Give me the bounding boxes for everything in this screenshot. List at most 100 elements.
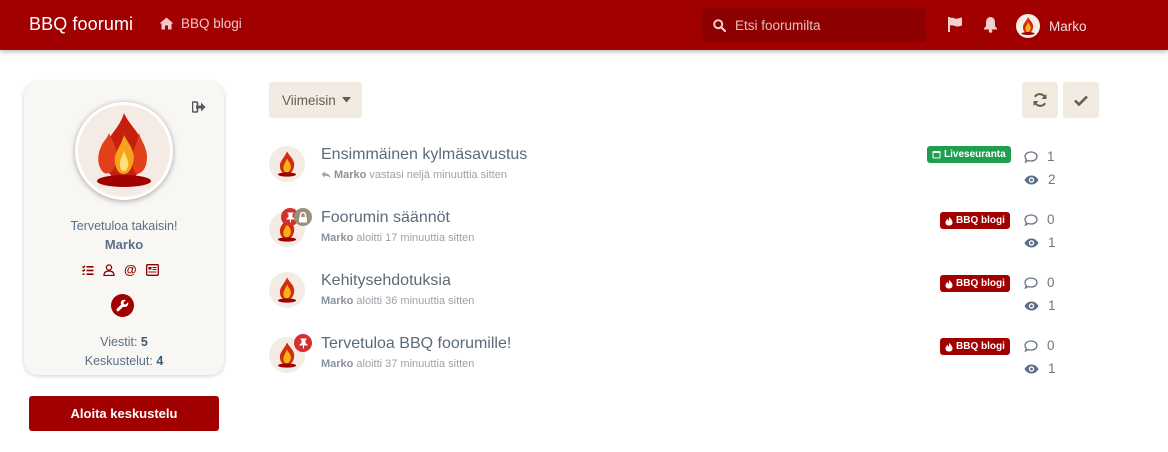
comment-icon xyxy=(1024,150,1038,163)
topic-meta: Marko vastasi neljä minuuttia sitten xyxy=(321,169,507,181)
topic-row[interactable]: Ensimmäinen kylmäsavustus Marko vastasi … xyxy=(269,146,1099,196)
tag-badge[interactable]: BBQ blogi xyxy=(940,212,1010,229)
pinned-badge xyxy=(294,334,312,352)
flame-logo-icon xyxy=(1021,17,1035,35)
eye-icon xyxy=(1024,301,1039,310)
comment-icon xyxy=(1024,339,1038,352)
topics-stat: Keskustelut: 4 xyxy=(84,354,164,368)
profile-quick-links: @ xyxy=(82,263,159,276)
avatar xyxy=(1016,14,1040,38)
top-navbar: BBQ foorumi BBQ blogi Marko xyxy=(0,0,1168,50)
view-count: 1 xyxy=(1024,235,1056,250)
reply-count-value: 0 xyxy=(1047,275,1055,290)
tag-badge[interactable]: BBQ blogi xyxy=(940,275,1010,292)
eye-icon xyxy=(1024,238,1039,247)
sort-dropdown[interactable]: Viimeisin xyxy=(269,82,362,118)
nav-link-blog[interactable]: BBQ blogi xyxy=(159,16,242,31)
locked-badge xyxy=(294,208,312,226)
view-count: 1 xyxy=(1024,298,1056,313)
view-count-value: 2 xyxy=(1048,172,1056,187)
sort-dropdown-label: Viimeisin xyxy=(282,92,336,108)
at-mentions-icon[interactable]: @ xyxy=(124,263,137,276)
topic-action: vastasi neljä minuuttia sitten xyxy=(369,169,507,181)
mark-all-read-button[interactable] xyxy=(1063,82,1099,118)
refresh-icon xyxy=(1033,93,1047,107)
view-count: 2 xyxy=(1024,172,1056,187)
newspaper-icon[interactable] xyxy=(145,264,159,276)
profile-avatar[interactable] xyxy=(75,102,173,200)
topic-title[interactable]: Foorumin säännöt xyxy=(321,209,450,227)
caret-down-icon xyxy=(341,97,351,103)
new-topic-button[interactable]: Aloita keskustelu xyxy=(29,396,219,431)
fire-icon xyxy=(945,279,953,288)
welcome-text: Tervetuloa takaisin! xyxy=(70,219,178,233)
fire-icon xyxy=(945,216,953,225)
home-icon xyxy=(159,17,174,30)
reply-count: 0 xyxy=(1024,212,1055,227)
topic-meta: Marko aloitti 17 minuuttia sitten xyxy=(321,232,474,244)
user-icon[interactable] xyxy=(103,264,115,276)
comment-icon xyxy=(1024,213,1038,226)
user-profile-card: Tervetuloa takaisin! Marko @ Viestit: 5 … xyxy=(24,82,224,375)
avatar[interactable] xyxy=(269,146,305,182)
reply-icon xyxy=(321,171,331,179)
avatar[interactable] xyxy=(269,272,305,308)
comment-icon xyxy=(1024,276,1038,289)
topic-title[interactable]: Tervetuloa BBQ foorumille! xyxy=(321,335,511,353)
logout-icon[interactable] xyxy=(192,101,206,113)
tag-badge-label: BBQ blogi xyxy=(956,278,1005,289)
topic-meta: Marko aloitti 37 minuuttia sitten xyxy=(321,358,474,370)
reply-count-value: 0 xyxy=(1047,338,1055,353)
search-input[interactable] xyxy=(735,17,915,33)
brand-link[interactable]: BBQ foorumi xyxy=(29,14,133,35)
admin-settings-button[interactable] xyxy=(111,294,134,317)
topic-meta: Marko aloitti 36 minuuttia sitten xyxy=(321,295,474,307)
topic-title[interactable]: Kehitysehdotuksia xyxy=(321,272,451,290)
tag-badge-label: BBQ blogi xyxy=(956,215,1005,226)
flame-logo-icon xyxy=(277,151,297,177)
user-menu-name: Marko xyxy=(1049,18,1087,34)
reply-count: 0 xyxy=(1024,275,1055,290)
list-check-icon[interactable] xyxy=(82,264,94,276)
tag-badge-label: BBQ blogi xyxy=(956,341,1005,352)
bell-icon[interactable] xyxy=(983,16,998,33)
view-count-value: 1 xyxy=(1048,235,1056,250)
check-icon xyxy=(1074,95,1088,106)
fire-icon xyxy=(945,342,953,351)
view-count-value: 1 xyxy=(1048,361,1056,376)
view-count-value: 1 xyxy=(1048,298,1056,313)
tag-badge[interactable]: Liveseuranta xyxy=(927,146,1011,163)
refresh-button[interactable] xyxy=(1022,82,1058,118)
posts-stat-value: 5 xyxy=(140,335,148,349)
posts-stat-label: Viestit xyxy=(100,335,134,349)
nav-link-blog-label: BBQ blogi xyxy=(181,16,242,31)
search-box[interactable] xyxy=(702,8,926,42)
topic-row[interactable]: Foorumin säännöt Marko aloitti 17 minuut… xyxy=(269,208,1099,259)
topic-action: aloitti 17 minuuttia sitten xyxy=(356,232,475,244)
eye-icon xyxy=(1024,175,1039,184)
thumbtack-icon xyxy=(299,338,307,348)
flame-logo-icon xyxy=(277,277,297,303)
topic-title[interactable]: Ensimmäinen kylmäsavustus xyxy=(321,146,527,164)
topic-action: aloitti 37 minuuttia sitten xyxy=(356,358,475,370)
user-menu[interactable]: Marko xyxy=(1016,14,1087,38)
topic-author[interactable]: Marko xyxy=(321,358,353,370)
tag-badge[interactable]: BBQ blogi xyxy=(940,338,1010,355)
topic-row[interactable]: Kehitysehdotuksia Marko aloitti 36 minuu… xyxy=(269,272,1099,322)
topic-author[interactable]: Marko xyxy=(321,295,353,307)
flag-icon[interactable] xyxy=(947,16,963,33)
topic-row[interactable]: Tervetuloa BBQ foorumille! Marko aloitti… xyxy=(269,334,1099,385)
reply-count-value: 1 xyxy=(1047,149,1055,164)
tag-badge-label: Liveseuranta xyxy=(944,149,1006,160)
topics-stat-label: Keskustelut xyxy=(84,354,150,368)
topics-stat-value: 4 xyxy=(156,354,164,368)
topic-author[interactable]: Marko xyxy=(321,232,353,244)
wrench-icon xyxy=(116,299,129,312)
calendar-icon xyxy=(932,151,941,159)
topic-author[interactable]: Marko xyxy=(334,169,366,181)
profile-username[interactable]: Marko xyxy=(24,237,224,252)
view-count: 1 xyxy=(1024,361,1056,376)
flame-logo-icon xyxy=(97,113,151,187)
lock-icon xyxy=(299,211,307,222)
eye-icon xyxy=(1024,364,1039,373)
